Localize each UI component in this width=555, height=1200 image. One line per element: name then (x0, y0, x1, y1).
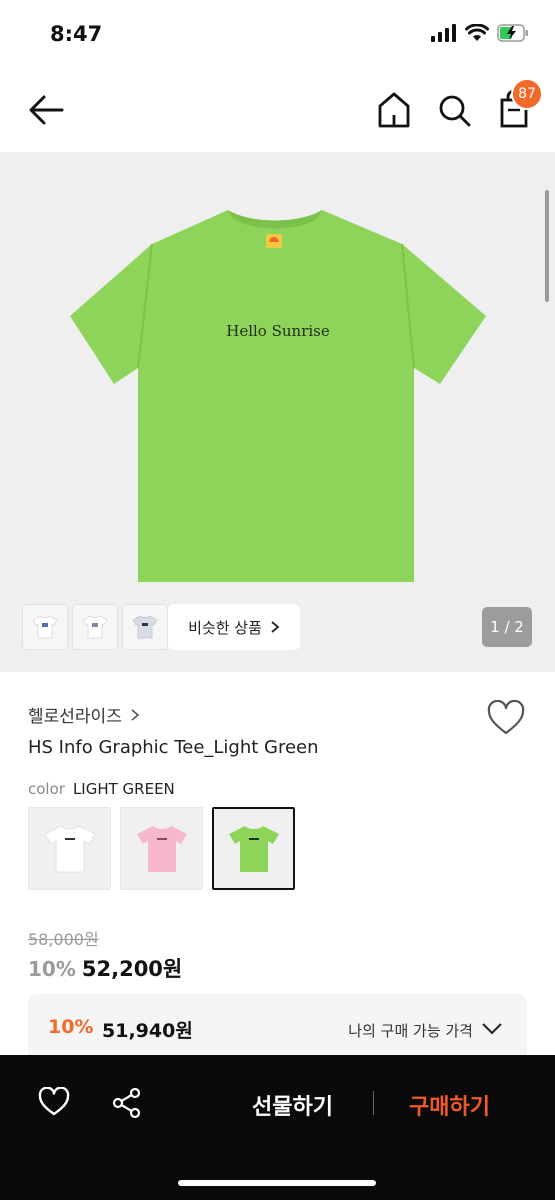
product-image: Hello Sunrise (70, 210, 486, 582)
wifi-icon (465, 24, 489, 41)
home-icon[interactable] (376, 90, 412, 130)
thumbnail-strip (22, 604, 168, 650)
home-indicator[interactable] (178, 1180, 376, 1186)
gift-button[interactable]: 선물하기 (252, 1089, 333, 1121)
product-image-gallery[interactable]: Hello Sunrise (0, 152, 555, 672)
thumbnail-white-tee-back[interactable] (72, 604, 118, 650)
chevron-right-icon (271, 621, 280, 633)
back-arrow-icon[interactable] (26, 92, 66, 128)
similar-products-button[interactable]: 비슷한 상품 (168, 604, 300, 650)
divider (373, 1091, 374, 1115)
signal-icon (431, 24, 456, 42)
top-nav (0, 70, 555, 152)
color-swatches (28, 807, 295, 890)
heart-icon[interactable] (486, 700, 526, 736)
swatch-pink[interactable] (120, 807, 203, 890)
product-title: HS Info Graphic Tee_Light Green (28, 737, 319, 758)
search-icon[interactable] (436, 90, 472, 130)
chevron-down-icon (482, 1023, 502, 1035)
swatch-white[interactable] (28, 807, 111, 890)
status-icons (431, 24, 529, 42)
cart-count-badge: 87 (511, 78, 543, 110)
tee-swatch-icon (43, 824, 96, 872)
sale-price: 52,200원 (81, 957, 183, 981)
status-time: 8:47 (50, 22, 103, 46)
discount-rate: 10% (28, 957, 76, 981)
my-price: 51,940원 (102, 1020, 193, 1042)
brand-link[interactable]: 헬로선라이즈 (28, 702, 140, 727)
scrollbar[interactable] (545, 190, 549, 302)
thumbnail-white-tee[interactable] (22, 604, 68, 650)
brand-name: 헬로선라이즈 (28, 707, 122, 727)
swatch-light-green[interactable] (212, 807, 295, 890)
tee-swatch-icon (136, 825, 187, 872)
chevron-right-icon (131, 708, 140, 721)
bottom-action-bar: 선물하기 구매하기 (0, 1055, 555, 1200)
heart-icon[interactable] (38, 1087, 70, 1117)
share-icon[interactable] (111, 1087, 143, 1119)
image-page-indicator: 1 / 2 (482, 607, 532, 647)
thumbnail-gray-tee[interactable] (122, 604, 168, 650)
color-option-row: color LIGHT GREEN (28, 780, 175, 798)
tee-thumbnail-icon (132, 615, 158, 639)
similar-products-label: 비슷한 상품 (188, 618, 262, 637)
buy-button[interactable]: 구매하기 (409, 1089, 490, 1121)
tee-thumbnail-icon (82, 615, 108, 639)
color-label: color (28, 780, 65, 798)
tee-thumbnail-icon (32, 615, 58, 639)
status-bar: 8:47 (0, 0, 555, 70)
battery-charging-icon (497, 24, 528, 42)
my-price-panel[interactable]: 10% 51,940원 나의 구매 가능 가격 (28, 994, 527, 1064)
original-price: 58,000원 (28, 930, 99, 949)
shirt-print-text: Hello Sunrise (226, 322, 330, 340)
my-price-label: 나의 구매 가능 가격 (348, 1022, 473, 1040)
tee-swatch-icon (228, 825, 279, 872)
color-value: LIGHT GREEN (72, 780, 175, 798)
my-discount-rate: 10% (48, 1016, 94, 1038)
price-row: 10% 52,200원 (28, 953, 182, 983)
